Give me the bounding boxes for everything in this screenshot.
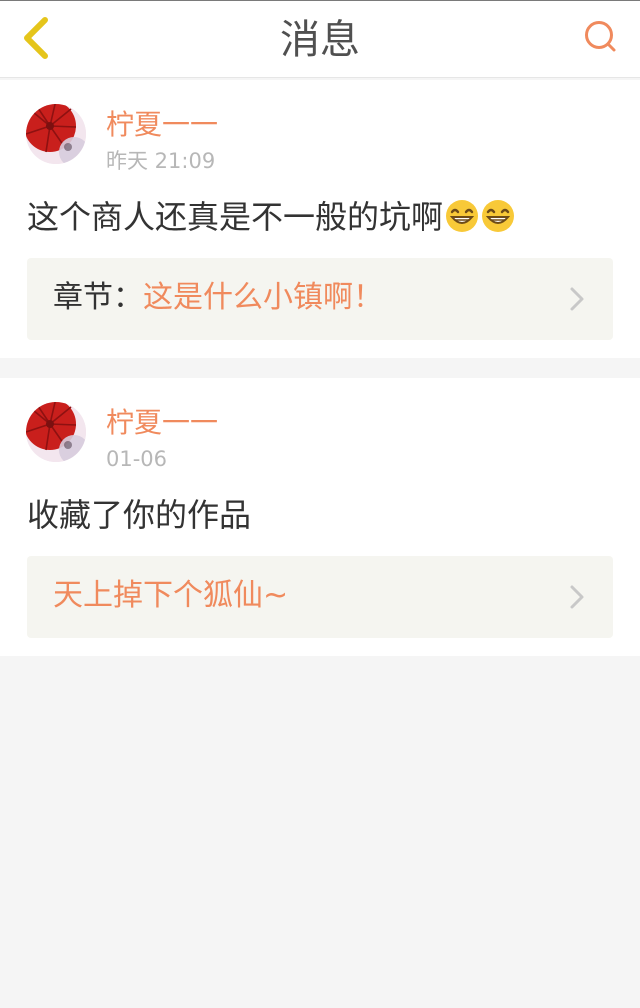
- chevron-right-icon: [570, 287, 584, 311]
- timestamp: 昨天 21:09: [106, 149, 216, 173]
- search-icon: [583, 20, 617, 58]
- message-text-label: 这个商人还真是不一般的坑啊: [27, 198, 444, 236]
- chevron-right-icon: [570, 585, 584, 609]
- laughing-emoji-icon: [445, 199, 479, 233]
- chapter-reference-link[interactable]: 章节：这是什么小镇啊！: [27, 258, 613, 340]
- avatar[interactable]: [26, 402, 86, 462]
- avatar[interactable]: [26, 104, 86, 164]
- chapter-label: 章节：: [53, 280, 143, 315]
- header-bar: 消息: [0, 0, 640, 78]
- chapter-title: 这是什么小镇啊！: [143, 280, 383, 315]
- messages-screen: 消息 柠夏一一 昨天 21:09 这个商人还真是不一般的坑啊 章节：这是什么小镇…: [0, 0, 640, 1008]
- chapter-reference-text: 章节：这是什么小镇啊！: [53, 278, 383, 318]
- work-reference-link[interactable]: 天上掉下个狐仙~: [27, 556, 613, 638]
- work-reference-text: 天上掉下个狐仙~: [53, 576, 288, 616]
- message-text: 这个商人还真是不一般的坑啊: [27, 196, 515, 238]
- laughing-emoji-icon: [481, 199, 515, 233]
- work-title: 天上掉下个狐仙~: [53, 578, 289, 613]
- message-card: 柠夏一一 昨天 21:09 这个商人还真是不一般的坑啊 章节：这是什么小镇啊！: [0, 80, 640, 358]
- timestamp: 01-06: [106, 447, 168, 471]
- message-card: 柠夏一一 01-06 收藏了你的作品 天上掉下个狐仙~: [0, 378, 640, 656]
- username[interactable]: 柠夏一一: [106, 406, 218, 440]
- search-button[interactable]: [580, 19, 620, 59]
- message-text: 收藏了你的作品: [27, 496, 252, 534]
- username[interactable]: 柠夏一一: [106, 108, 218, 142]
- page-title: 消息: [280, 17, 360, 63]
